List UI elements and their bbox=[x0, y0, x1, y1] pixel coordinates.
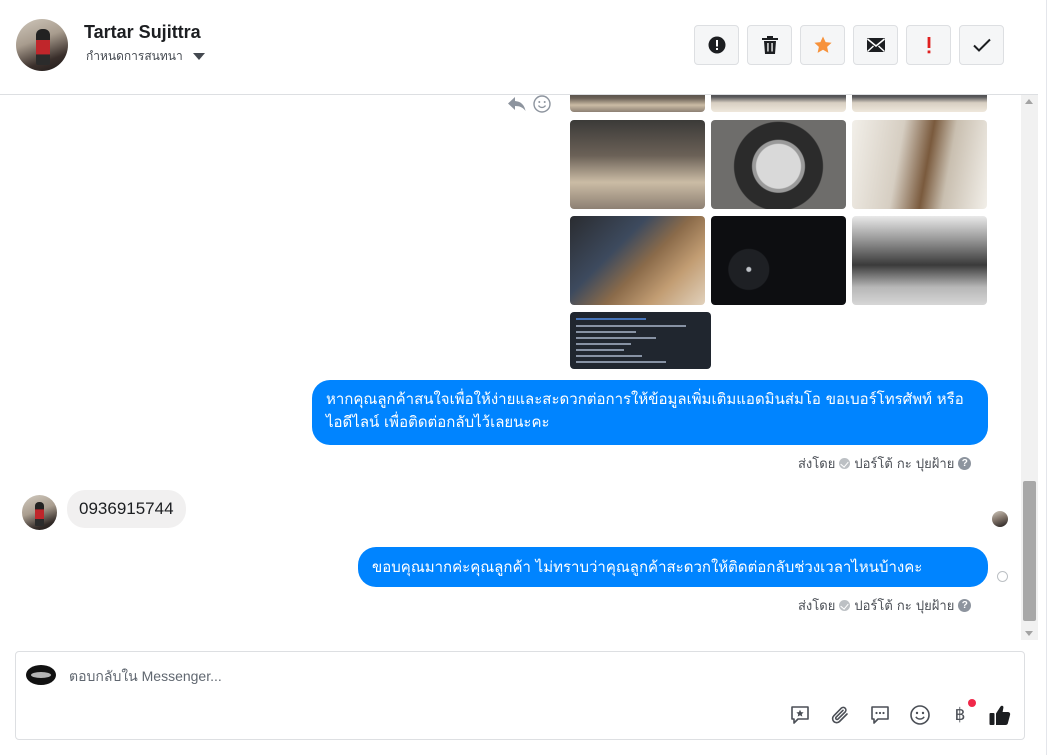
outgoing-message-bubble[interactable]: หากคุณลูกค้าสนใจเพื่อให้ง่ายและสะดวกต่อก… bbox=[312, 380, 988, 445]
delete-button[interactable] bbox=[747, 25, 792, 65]
sent-by-name[interactable]: ปอร์โต้ กะ ปุยฝ้าย bbox=[854, 453, 954, 474]
sent-by-label: ส่งโดย bbox=[798, 457, 836, 472]
sent-by-line: ส่งโดย ปอร์โต้ กะ ปุยฝ้าย ? bbox=[798, 595, 972, 616]
alert-circle-icon bbox=[708, 36, 725, 54]
inbox-conversation-view: Tartar Sujittra กำหนดการสนทนา หากคุณลูกค… bbox=[0, 0, 1047, 755]
notification-dot bbox=[968, 699, 976, 707]
spam-button[interactable] bbox=[694, 25, 739, 65]
contact-name[interactable]: Tartar Sujittra bbox=[84, 22, 201, 43]
help-icon[interactable]: ? bbox=[958, 457, 972, 470]
scroll-up-arrow-icon[interactable] bbox=[1025, 99, 1033, 104]
checkmark-icon bbox=[972, 38, 991, 52]
contact-avatar[interactable] bbox=[16, 19, 68, 71]
trash-icon bbox=[761, 36, 778, 54]
follow-up-button[interactable] bbox=[906, 25, 951, 65]
mark-done-button[interactable] bbox=[959, 25, 1004, 65]
like-button[interactable] bbox=[988, 703, 1012, 727]
attach-file-button[interactable] bbox=[828, 703, 852, 727]
thread-scrollbar[interactable] bbox=[1021, 95, 1038, 640]
car-photo-accessory-box[interactable] bbox=[570, 216, 705, 305]
star-button[interactable] bbox=[800, 25, 845, 65]
saved-reply-icon bbox=[791, 706, 809, 724]
car-photo-door-panel[interactable] bbox=[852, 120, 987, 209]
car-photo-gauges[interactable] bbox=[711, 216, 846, 305]
reply-input[interactable] bbox=[69, 668, 769, 684]
header-actions bbox=[694, 25, 1004, 65]
incoming-message-bubble[interactable]: 0936915744 bbox=[67, 490, 186, 528]
seen-by-avatar bbox=[992, 511, 1008, 527]
star-icon bbox=[813, 36, 832, 53]
sent-by-name[interactable]: ปอร์โต้ กะ ปุยฝ้าย bbox=[854, 595, 954, 616]
assign-label: กำหนดการสนทนา bbox=[86, 49, 183, 63]
saved-reply-button[interactable] bbox=[788, 703, 812, 727]
scroll-down-arrow-icon[interactable] bbox=[1025, 631, 1033, 636]
emoji-icon bbox=[910, 705, 930, 725]
reply-icon[interactable] bbox=[507, 96, 527, 112]
react-emoji-icon[interactable] bbox=[533, 95, 551, 113]
sent-check-icon bbox=[839, 458, 851, 469]
car-photo-engine[interactable] bbox=[852, 216, 987, 305]
outgoing-message-bubble[interactable]: ขอบคุณมากค่ะคุณลูกค้า ไม่ทราบว่าคุณลูกค้… bbox=[358, 547, 988, 587]
help-icon[interactable]: ? bbox=[958, 599, 972, 612]
assign-conversation-dropdown[interactable]: กำหนดการสนทนา bbox=[86, 47, 205, 66]
message-button[interactable] bbox=[868, 703, 892, 727]
sent-by-line: ส่งโดย ปอร์โต้ กะ ปุยฝ้าย ? bbox=[798, 453, 972, 474]
contact-avatar-small[interactable] bbox=[22, 495, 57, 530]
payment-button[interactable]: ฿ bbox=[948, 699, 976, 727]
car-photo-rear-seats[interactable] bbox=[852, 95, 987, 112]
car-photo-wheel[interactable] bbox=[711, 120, 846, 209]
sent-check-icon bbox=[839, 600, 851, 611]
reply-composer: ฿ bbox=[15, 651, 1025, 740]
scroll-thumb[interactable] bbox=[1023, 481, 1036, 621]
message-thread: หากคุณลูกค้าสนใจเพื่อให้ง่ายและสะดวกต่อก… bbox=[0, 95, 1038, 640]
car-photo-console[interactable] bbox=[570, 120, 705, 209]
delivered-status-icon bbox=[997, 571, 1008, 582]
baht-icon: ฿ bbox=[954, 705, 966, 725]
exclamation-icon bbox=[927, 37, 930, 54]
page-avatar bbox=[26, 665, 56, 685]
sent-by-label: ส่งโดย bbox=[798, 599, 836, 614]
caret-down-icon bbox=[192, 53, 205, 60]
like-icon bbox=[989, 705, 1011, 725]
message-hover-tools bbox=[507, 95, 551, 113]
message-icon bbox=[871, 706, 889, 724]
car-photo-registration-document[interactable] bbox=[570, 312, 711, 369]
conversation-header: Tartar Sujittra กำหนดการสนทนา bbox=[0, 0, 1038, 95]
emoji-button[interactable] bbox=[908, 703, 932, 727]
composer-tools: ฿ bbox=[788, 699, 1012, 727]
car-photo-seats[interactable] bbox=[711, 95, 846, 112]
attachment-icon bbox=[831, 706, 848, 724]
car-photo-interior-dash[interactable] bbox=[570, 95, 705, 112]
mark-unread-button[interactable] bbox=[853, 25, 898, 65]
envelope-icon bbox=[866, 38, 885, 53]
